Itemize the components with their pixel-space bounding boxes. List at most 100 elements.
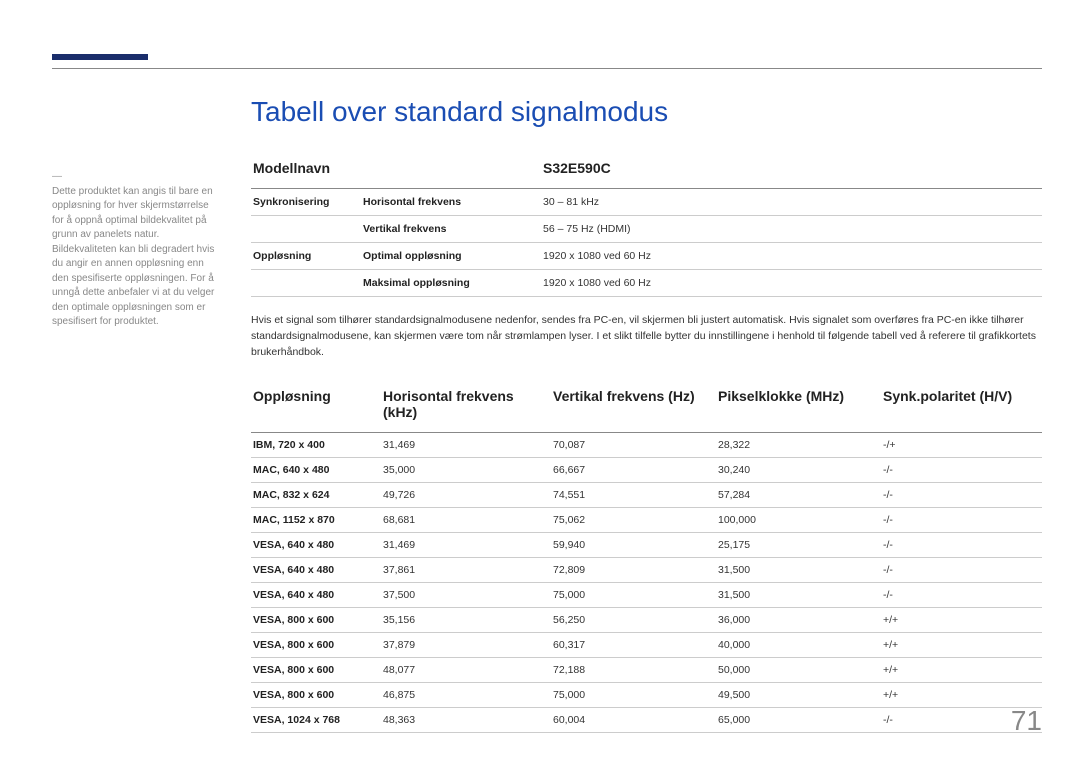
page-title: Tabell over standard signalmodus	[251, 96, 668, 128]
spec-group: Synkronisering	[251, 189, 361, 216]
signal-hfreq: 37,861	[381, 558, 551, 583]
signal-vfreq: 75,062	[551, 508, 716, 533]
signal-hfreq: 48,363	[381, 708, 551, 733]
spec-label: Horisontal frekvens	[361, 189, 541, 216]
spec-header-modelname: Modellnavn	[251, 150, 541, 189]
spec-value: 56 – 75 Hz (HDMI)	[541, 216, 1042, 243]
signal-resolution: VESA, 640 x 480	[251, 533, 381, 558]
signal-row: VESA, 800 x 60046,87575,00049,500+/+	[251, 683, 1042, 708]
signal-vfreq: 72,809	[551, 558, 716, 583]
signal-row: VESA, 800 x 60037,87960,31740,000+/+	[251, 633, 1042, 658]
header-accent-bar	[52, 54, 148, 60]
top-divider	[52, 68, 1042, 69]
signal-syncpolarity: +/+	[881, 658, 1042, 683]
signal-pixelclock: 28,322	[716, 433, 881, 458]
signal-hfreq: 31,469	[381, 433, 551, 458]
signal-pixelclock: 57,284	[716, 483, 881, 508]
spec-label: Maksimal oppløsning	[361, 270, 541, 297]
spec-header-modelvalue: S32E590C	[541, 150, 1042, 189]
signal-syncpolarity: +/+	[881, 608, 1042, 633]
signal-row: VESA, 800 x 60035,15656,25036,000+/+	[251, 608, 1042, 633]
signal-resolution: IBM, 720 x 400	[251, 433, 381, 458]
signal-syncpolarity: -/-	[881, 583, 1042, 608]
signal-resolution: VESA, 640 x 480	[251, 558, 381, 583]
signal-hfreq: 37,500	[381, 583, 551, 608]
spec-row: Synkronisering Horisontal frekvens 30 – …	[251, 189, 1042, 216]
signal-pixelclock: 31,500	[716, 583, 881, 608]
signal-resolution: VESA, 800 x 600	[251, 683, 381, 708]
signal-vfreq: 56,250	[551, 608, 716, 633]
signal-hfreq: 68,681	[381, 508, 551, 533]
signal-vfreq: 60,317	[551, 633, 716, 658]
signal-resolution: VESA, 800 x 600	[251, 633, 381, 658]
signal-pixelclock: 31,500	[716, 558, 881, 583]
signal-pixelclock: 40,000	[716, 633, 881, 658]
signal-header-vfreq: Vertikal frekvens (Hz)	[551, 378, 716, 433]
signal-hfreq: 48,077	[381, 658, 551, 683]
signal-vfreq: 70,087	[551, 433, 716, 458]
signal-syncpolarity: +/+	[881, 633, 1042, 658]
signal-syncpolarity: +/+	[881, 683, 1042, 708]
signal-syncpolarity: -/-	[881, 458, 1042, 483]
spec-value: 30 – 81 kHz	[541, 189, 1042, 216]
spec-value: 1920 x 1080 ved 60 Hz	[541, 243, 1042, 270]
signal-row: VESA, 640 x 48031,46959,94025,175-/-	[251, 533, 1042, 558]
signal-resolution: VESA, 1024 x 768	[251, 708, 381, 733]
spec-label: Vertikal frekvens	[361, 216, 541, 243]
model-spec-table: Modellnavn S32E590C Synkronisering Horis…	[251, 150, 1042, 297]
sidenote-dash: ―	[52, 170, 62, 185]
signal-pixelclock: 36,000	[716, 608, 881, 633]
spec-label: Optimal oppløsning	[361, 243, 541, 270]
signal-syncpolarity: -/-	[881, 533, 1042, 558]
signal-row: VESA, 1024 x 76848,36360,00465,000-/-	[251, 708, 1042, 733]
signal-hfreq: 35,000	[381, 458, 551, 483]
signal-syncpolarity: -/-	[881, 558, 1042, 583]
signal-vfreq: 75,000	[551, 583, 716, 608]
signal-vfreq: 75,000	[551, 683, 716, 708]
spec-group: Oppløsning	[251, 243, 361, 270]
signal-hfreq: 35,156	[381, 608, 551, 633]
signal-resolution: VESA, 800 x 600	[251, 658, 381, 683]
signal-syncpolarity: -/-	[881, 508, 1042, 533]
signal-pixelclock: 25,175	[716, 533, 881, 558]
spec-row: Oppløsning Optimal oppløsning 1920 x 108…	[251, 243, 1042, 270]
signal-pixelclock: 100,000	[716, 508, 881, 533]
spec-group	[251, 270, 361, 297]
signal-row: IBM, 720 x 40031,46970,08728,322-/+	[251, 433, 1042, 458]
signal-row: MAC, 1152 x 87068,68175,062100,000-/-	[251, 508, 1042, 533]
signal-resolution: MAC, 832 x 624	[251, 483, 381, 508]
signal-syncpolarity: -/+	[881, 433, 1042, 458]
signal-pixelclock: 50,000	[716, 658, 881, 683]
signal-header-sync: Synk.polaritet (H/V)	[881, 378, 1042, 433]
signal-vfreq: 66,667	[551, 458, 716, 483]
signal-resolution: MAC, 640 x 480	[251, 458, 381, 483]
signal-hfreq: 46,875	[381, 683, 551, 708]
signal-resolution: MAC, 1152 x 870	[251, 508, 381, 533]
signal-row: VESA, 800 x 60048,07772,18850,000+/+	[251, 658, 1042, 683]
signal-mode-table: Oppløsning Horisontal frekvens (kHz) Ver…	[251, 378, 1042, 733]
signal-pixelclock: 49,500	[716, 683, 881, 708]
spec-row: Vertikal frekvens 56 – 75 Hz (HDMI)	[251, 216, 1042, 243]
signal-syncpolarity: -/-	[881, 483, 1042, 508]
signal-header-resolution: Oppløsning	[251, 378, 381, 433]
signal-resolution: VESA, 640 x 480	[251, 583, 381, 608]
signal-pixelclock: 65,000	[716, 708, 881, 733]
signal-header-pixelclock: Pikselklokke (MHz)	[716, 378, 881, 433]
description-paragraph: Hvis et signal som tilhører standardsign…	[251, 313, 1042, 360]
signal-hfreq: 49,726	[381, 483, 551, 508]
side-note: ― Dette produktet kan angis til bare en …	[52, 170, 234, 330]
signal-row: MAC, 832 x 62449,72674,55157,284-/-	[251, 483, 1042, 508]
signal-row: VESA, 640 x 48037,86172,80931,500-/-	[251, 558, 1042, 583]
page-container: Tabell over standard signalmodus ― Dette…	[0, 0, 1080, 763]
content-area: Modellnavn S32E590C Synkronisering Horis…	[251, 150, 1042, 733]
signal-vfreq: 74,551	[551, 483, 716, 508]
spec-group	[251, 216, 361, 243]
signal-hfreq: 31,469	[381, 533, 551, 558]
signal-resolution: VESA, 800 x 600	[251, 608, 381, 633]
signal-header-hfreq: Horisontal frekvens (kHz)	[381, 378, 551, 433]
signal-hfreq: 37,879	[381, 633, 551, 658]
signal-vfreq: 72,188	[551, 658, 716, 683]
spec-row: Maksimal oppløsning 1920 x 1080 ved 60 H…	[251, 270, 1042, 297]
signal-vfreq: 60,004	[551, 708, 716, 733]
signal-pixelclock: 30,240	[716, 458, 881, 483]
